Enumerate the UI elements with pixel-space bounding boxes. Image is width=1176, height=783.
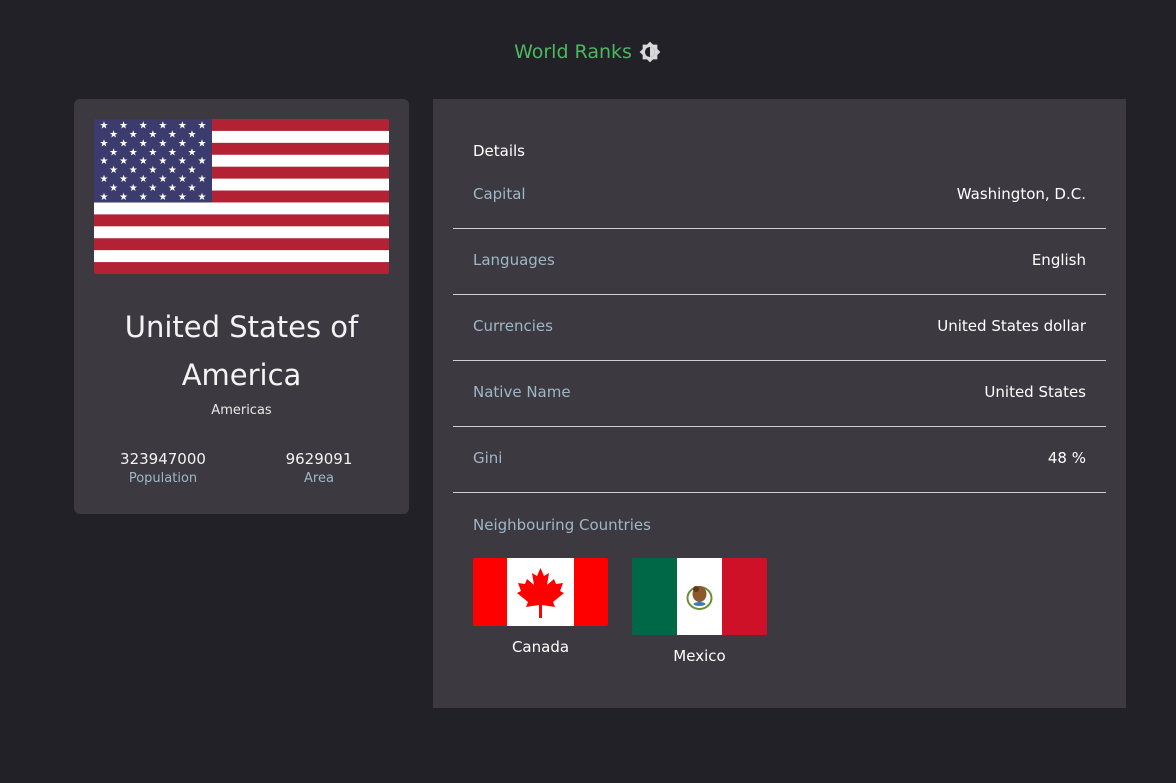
svg-text:★: ★ — [148, 129, 157, 140]
details-panel: Details Capital Washington, D.C. Languag… — [433, 99, 1126, 708]
svg-text:★: ★ — [119, 138, 128, 149]
svg-text:★: ★ — [119, 192, 128, 203]
detail-label: Capital — [473, 185, 526, 203]
svg-text:★: ★ — [139, 192, 148, 203]
app-header: World Ranks — [0, 38, 1176, 66]
svg-text:★: ★ — [188, 147, 197, 158]
detail-row-gini: Gini 48 % — [453, 427, 1106, 493]
neighbour-canada[interactable]: Canada — [473, 558, 608, 656]
svg-text:★: ★ — [139, 156, 148, 167]
svg-text:★: ★ — [100, 192, 109, 203]
details-title: Details — [473, 142, 526, 160]
svg-text:★: ★ — [148, 183, 157, 194]
mexico-flag-icon[interactable] — [632, 558, 767, 635]
svg-text:★: ★ — [198, 174, 207, 185]
svg-text:★: ★ — [178, 156, 187, 167]
neighbour-mexico[interactable]: Mexico — [632, 558, 767, 665]
svg-text:★: ★ — [100, 156, 109, 167]
population-value: 323947000 — [120, 450, 206, 468]
svg-text:★: ★ — [119, 156, 128, 167]
svg-text:★: ★ — [139, 138, 148, 149]
neighbour-name[interactable]: Mexico — [632, 647, 767, 665]
detail-row-languages: Languages English — [453, 229, 1106, 295]
neighbours-title: Neighbouring Countries — [473, 516, 651, 534]
detail-label: Currencies — [473, 317, 553, 335]
area-label: Area — [304, 471, 334, 486]
svg-text:★: ★ — [178, 192, 187, 203]
detail-label: Gini — [473, 449, 503, 467]
svg-text:★: ★ — [158, 121, 167, 132]
svg-text:★: ★ — [198, 156, 207, 167]
svg-text:★: ★ — [139, 121, 148, 132]
svg-text:★: ★ — [178, 121, 187, 132]
svg-text:★: ★ — [109, 183, 118, 194]
detail-value: United States — [984, 383, 1086, 401]
svg-text:★: ★ — [119, 121, 128, 132]
svg-text:★: ★ — [109, 165, 118, 176]
svg-text:★: ★ — [168, 129, 177, 140]
country-name: United States of America — [124, 310, 359, 392]
detail-value: 48 % — [1047, 449, 1086, 467]
svg-text:★: ★ — [188, 183, 197, 194]
svg-text:★: ★ — [119, 174, 128, 185]
detail-row-native-name: Native Name United States — [453, 361, 1106, 427]
country-card: ★ ★ ★ ★ ★ ★ ★ ★ ★ ★ ★ ★ ★ ★ ★ ★ ★ ★ ★ ★ ★ ★ ★ ★ ★ ★ ★ ★ ★ ★ ★ ★ ★ ★ ★ ★ ★ ★ ★ ★… — [74, 99, 409, 514]
svg-text:★: ★ — [168, 147, 177, 158]
detail-value: Washington, D.C. — [956, 185, 1086, 203]
svg-text:★: ★ — [139, 174, 148, 185]
svg-text:★: ★ — [129, 165, 138, 176]
brand-title[interactable]: World Ranks — [514, 41, 632, 63]
area-stat: 9629091 Area — [244, 450, 394, 486]
svg-text:★: ★ — [158, 174, 167, 185]
detail-row-currencies: Currencies United States dollar — [453, 295, 1106, 361]
svg-text:★: ★ — [148, 147, 157, 158]
neighbour-name[interactable]: Canada — [473, 638, 608, 656]
svg-text:★: ★ — [158, 156, 167, 167]
svg-text:★: ★ — [198, 121, 207, 132]
svg-text:★: ★ — [188, 165, 197, 176]
svg-text:★: ★ — [109, 129, 118, 140]
svg-text:★: ★ — [158, 138, 167, 149]
svg-text:★: ★ — [109, 147, 118, 158]
svg-text:★: ★ — [129, 129, 138, 140]
svg-text:★: ★ — [198, 192, 207, 203]
canada-flag-icon[interactable] — [473, 558, 608, 626]
detail-row-capital: Capital Washington, D.C. — [453, 163, 1106, 229]
population-label: Population — [128, 471, 198, 486]
svg-text:★: ★ — [168, 165, 177, 176]
svg-text:★: ★ — [158, 192, 167, 203]
svg-text:★: ★ — [168, 183, 177, 194]
detail-label: Languages — [473, 251, 555, 269]
svg-text:★: ★ — [148, 165, 157, 176]
detail-label: Native Name — [473, 383, 571, 401]
svg-text:★: ★ — [100, 138, 109, 149]
country-region: Americas — [211, 403, 272, 418]
svg-text:★: ★ — [129, 147, 138, 158]
population-stat: 323947000 Population — [88, 450, 238, 486]
svg-text:★: ★ — [129, 183, 138, 194]
usa-flag-icon: ★ ★ ★ ★ ★ ★ ★ ★ ★ ★ ★ ★ ★ ★ ★ ★ ★ ★ ★ ★ ★ ★ ★ ★ ★ ★ ★ ★ ★ ★ ★ ★ ★ ★ ★ ★ ★ ★ ★ ★… — [94, 119, 389, 274]
svg-text:★: ★ — [178, 174, 187, 185]
svg-text:★: ★ — [198, 138, 207, 149]
svg-text:★: ★ — [178, 138, 187, 149]
svg-text:★: ★ — [100, 174, 109, 185]
area-value: 9629091 — [285, 450, 353, 468]
theme-toggle-icon[interactable] — [638, 40, 662, 64]
svg-text:★: ★ — [100, 121, 109, 132]
detail-value: English — [1031, 251, 1086, 269]
svg-text:★: ★ — [188, 129, 197, 140]
detail-value: United States dollar — [937, 317, 1086, 335]
